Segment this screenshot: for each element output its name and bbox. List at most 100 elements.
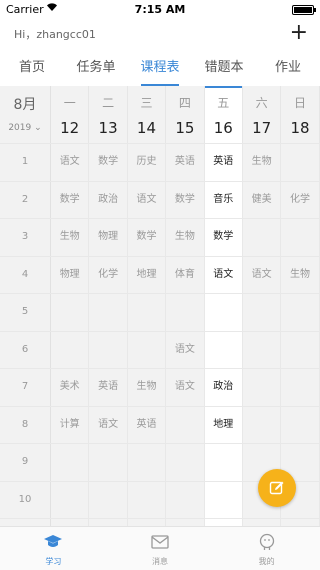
nav-messages-label: 消息 xyxy=(152,557,168,566)
period-number: 8 xyxy=(0,406,51,443)
course-cell[interactable] xyxy=(281,294,320,331)
course-cell[interactable] xyxy=(281,519,320,526)
edit-button[interactable] xyxy=(258,469,296,507)
course-cell[interactable]: 美术 xyxy=(51,369,90,406)
course-cell[interactable] xyxy=(243,406,282,443)
course-cell[interactable] xyxy=(128,481,167,518)
weekday-label: 三 xyxy=(140,96,153,110)
tab-homework[interactable]: 作业 xyxy=(256,52,320,86)
course-cell[interactable] xyxy=(128,331,167,368)
course-cell[interactable] xyxy=(243,519,282,526)
add-button[interactable]: + xyxy=(290,18,308,48)
course-cell[interactable]: 语文 xyxy=(243,256,282,293)
course-cell[interactable]: 语文 xyxy=(166,369,205,406)
course-cell[interactable]: 生物 xyxy=(243,144,282,181)
course-cell[interactable]: 语文 xyxy=(166,331,205,368)
course-cell[interactable]: 数学 xyxy=(89,144,128,181)
course-cell[interactable] xyxy=(281,331,320,368)
course-cell[interactable] xyxy=(166,406,205,443)
year-dropdown[interactable]: 2019 ⌄ xyxy=(0,123,50,133)
course-cell[interactable]: 音乐 xyxy=(204,181,243,218)
day-header[interactable]: 四 15 xyxy=(166,86,205,143)
course-cell[interactable] xyxy=(89,481,128,518)
course-cell[interactable]: 政治 xyxy=(204,369,243,406)
course-cell[interactable] xyxy=(128,444,167,481)
course-cell[interactable]: 化学 xyxy=(281,181,320,218)
day-header-today[interactable]: 五 16 xyxy=(204,86,243,143)
date-label: 16 xyxy=(213,119,233,137)
course-cell[interactable]: 生物 xyxy=(51,219,90,256)
course-cell[interactable] xyxy=(51,481,90,518)
weekday-label: 五 xyxy=(217,96,230,110)
tab-home[interactable]: 首页 xyxy=(0,52,64,86)
course-cell[interactable]: 英语 xyxy=(204,144,243,181)
nav-study[interactable]: 学习 xyxy=(0,527,107,570)
course-cell[interactable]: 生物 xyxy=(281,256,320,293)
course-cell[interactable] xyxy=(281,406,320,443)
month-selector[interactable]: 8月 2019 ⌄ xyxy=(0,86,51,143)
course-cell[interactable]: 数学 xyxy=(166,181,205,218)
course-cell[interactable] xyxy=(281,144,320,181)
course-cell[interactable]: 数学 xyxy=(128,219,167,256)
course-cell[interactable] xyxy=(204,444,243,481)
chevron-down-icon: ⌄ xyxy=(34,123,42,133)
nav-messages[interactable]: 消息 xyxy=(107,527,214,570)
course-cell[interactable]: 语文 xyxy=(128,181,167,218)
course-cell[interactable] xyxy=(51,294,90,331)
course-cell[interactable] xyxy=(89,444,128,481)
course-cell[interactable]: 语文 xyxy=(51,144,90,181)
course-cell[interactable]: 健美 xyxy=(243,181,282,218)
course-cell[interactable] xyxy=(166,294,205,331)
course-cell[interactable] xyxy=(281,219,320,256)
course-cell[interactable]: 语文 xyxy=(204,256,243,293)
course-cell[interactable]: 语文 xyxy=(89,406,128,443)
course-cell[interactable] xyxy=(128,294,167,331)
course-cell[interactable]: 生物 xyxy=(166,219,205,256)
course-cell[interactable] xyxy=(89,294,128,331)
tab-timetable[interactable]: 课程表 xyxy=(128,52,192,86)
course-cell[interactable]: 英语 xyxy=(166,144,205,181)
day-header[interactable]: 六 17 xyxy=(243,86,282,143)
course-cell[interactable] xyxy=(243,331,282,368)
course-cell[interactable]: 物理 xyxy=(89,219,128,256)
course-cell[interactable] xyxy=(51,519,90,526)
course-cell[interactable] xyxy=(204,481,243,518)
course-cell[interactable] xyxy=(243,294,282,331)
course-cell[interactable]: 英语 xyxy=(89,369,128,406)
course-cell[interactable] xyxy=(51,331,90,368)
course-cell[interactable]: 地理 xyxy=(128,256,167,293)
course-cell[interactable] xyxy=(89,519,128,526)
course-cell[interactable] xyxy=(243,369,282,406)
course-cell[interactable]: 生物 xyxy=(128,369,167,406)
course-cell[interactable]: 政治 xyxy=(89,181,128,218)
course-cell[interactable] xyxy=(51,444,90,481)
course-cell[interactable] xyxy=(166,481,205,518)
course-cell[interactable]: 英语 xyxy=(128,406,167,443)
course-cell[interactable]: 数学 xyxy=(204,219,243,256)
nav-profile[interactable]: 我的 xyxy=(213,527,320,570)
tab-task-list[interactable]: 任务单 xyxy=(64,52,128,86)
course-cell[interactable] xyxy=(89,331,128,368)
course-cell[interactable] xyxy=(204,294,243,331)
day-header[interactable]: 三 14 xyxy=(128,86,167,143)
date-label: 18 xyxy=(290,119,310,137)
course-cell[interactable]: 计算 xyxy=(51,406,90,443)
course-cell[interactable]: 物理 xyxy=(51,256,90,293)
tab-mistake-book[interactable]: 错题本 xyxy=(192,52,256,86)
day-header[interactable]: 二 13 xyxy=(89,86,128,143)
course-cell[interactable]: 数学 xyxy=(51,181,90,218)
course-cell[interactable]: 地理 xyxy=(204,406,243,443)
course-cell[interactable]: 体育 xyxy=(166,256,205,293)
course-cell[interactable] xyxy=(281,369,320,406)
day-header[interactable]: 一 12 xyxy=(51,86,90,143)
day-header[interactable]: 日 18 xyxy=(281,86,320,143)
course-cell[interactable] xyxy=(166,519,205,526)
course-cell[interactable]: 历史 xyxy=(128,144,167,181)
course-cell[interactable] xyxy=(166,444,205,481)
timetable-row: 5 xyxy=(0,293,320,331)
course-cell[interactable] xyxy=(128,519,167,526)
course-cell[interactable] xyxy=(204,331,243,368)
course-cell[interactable] xyxy=(204,519,243,526)
course-cell[interactable] xyxy=(243,219,282,256)
course-cell[interactable]: 化学 xyxy=(89,256,128,293)
